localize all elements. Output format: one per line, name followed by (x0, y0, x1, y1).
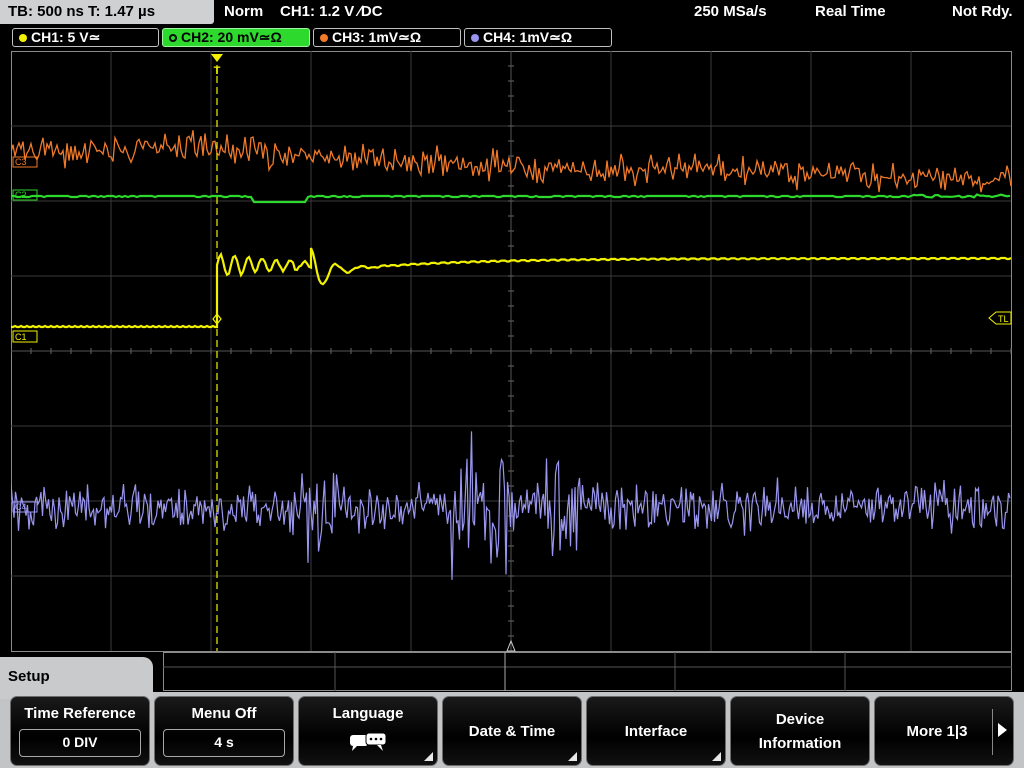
language-button[interactable]: Language (298, 696, 438, 766)
ch2-label: CH2: 20 mV≃Ω (181, 29, 282, 45)
ch1-label: CH1: 5 V≃ (31, 29, 101, 45)
menu-off-button[interactable]: Menu Off 4 s (154, 696, 294, 766)
arrow-right-icon (998, 723, 1007, 737)
svg-text:C2: C2 (15, 190, 27, 200)
sample-rate: 250 MSa/s (694, 3, 767, 20)
submenu-indicator-icon (712, 752, 721, 761)
acquisition-state: Not Rdy. (952, 3, 1013, 20)
time-reference-value: 0 DIV (19, 729, 141, 757)
menu-title: Setup (0, 657, 153, 699)
ch3-dot-icon (320, 34, 328, 42)
more-label: More 1|3 (906, 723, 968, 740)
navigation-strip (163, 652, 1012, 691)
acquisition-mode: Real Time (815, 3, 886, 20)
ch2-dot-icon (169, 34, 177, 42)
tab-ch1[interactable]: CH1: 5 V≃ (12, 28, 159, 47)
submenu-indicator-icon (568, 752, 577, 761)
submenu-indicator-icon (424, 752, 433, 761)
language-label: Language (332, 705, 404, 722)
more-separator (992, 709, 993, 755)
svg-text:TL: TL (998, 314, 1009, 324)
interface-button[interactable]: Interface (586, 696, 726, 766)
ch4-label: CH4: 1mV≃Ω (483, 29, 573, 45)
tab-ch2[interactable]: CH2: 20 mV≃Ω (162, 28, 310, 47)
svg-text:T: T (214, 65, 221, 77)
svg-text:C1: C1 (15, 332, 27, 342)
svg-text:C3: C3 (15, 157, 27, 167)
interface-label: Interface (624, 723, 688, 740)
date-time-label: Date & Time (468, 723, 556, 740)
time-reference-button[interactable]: Time Reference 0 DIV (10, 696, 150, 766)
device-information-button[interactable]: Device Information (730, 696, 870, 766)
time-reference-label: Time Reference (24, 705, 136, 722)
trigger-readout[interactable]: CH1: 1.2 V ∕DC (280, 0, 383, 24)
ch4-dot-icon (471, 34, 479, 42)
speech-bubbles-icon (350, 732, 387, 751)
timebase-readout[interactable]: TB: 500 ns T: 1.47 µs (0, 0, 214, 24)
tab-ch3[interactable]: CH3: 1mV≃Ω (313, 28, 461, 47)
more-button[interactable]: More 1|3 (874, 696, 1014, 766)
waveform-display[interactable]: T C3 C2 C1 C4 TL (11, 51, 1012, 652)
svg-text:C4: C4 (15, 502, 27, 512)
ch3-label: CH3: 1mV≃Ω (332, 29, 422, 45)
date-time-button[interactable]: Date & Time (442, 696, 582, 766)
device-information-label-2: Information (758, 735, 842, 752)
device-information-label-1: Device (775, 711, 825, 728)
status-bar: TB: 500 ns T: 1.47 µs Norm CH1: 1.2 V ∕D… (0, 0, 1024, 26)
trigger-mode[interactable]: Norm (224, 0, 263, 24)
menu-off-value: 4 s (163, 729, 285, 757)
menu-off-label: Menu Off (191, 705, 257, 722)
tab-ch4[interactable]: CH4: 1mV≃Ω (464, 28, 612, 47)
ch1-dot-icon (19, 34, 27, 42)
